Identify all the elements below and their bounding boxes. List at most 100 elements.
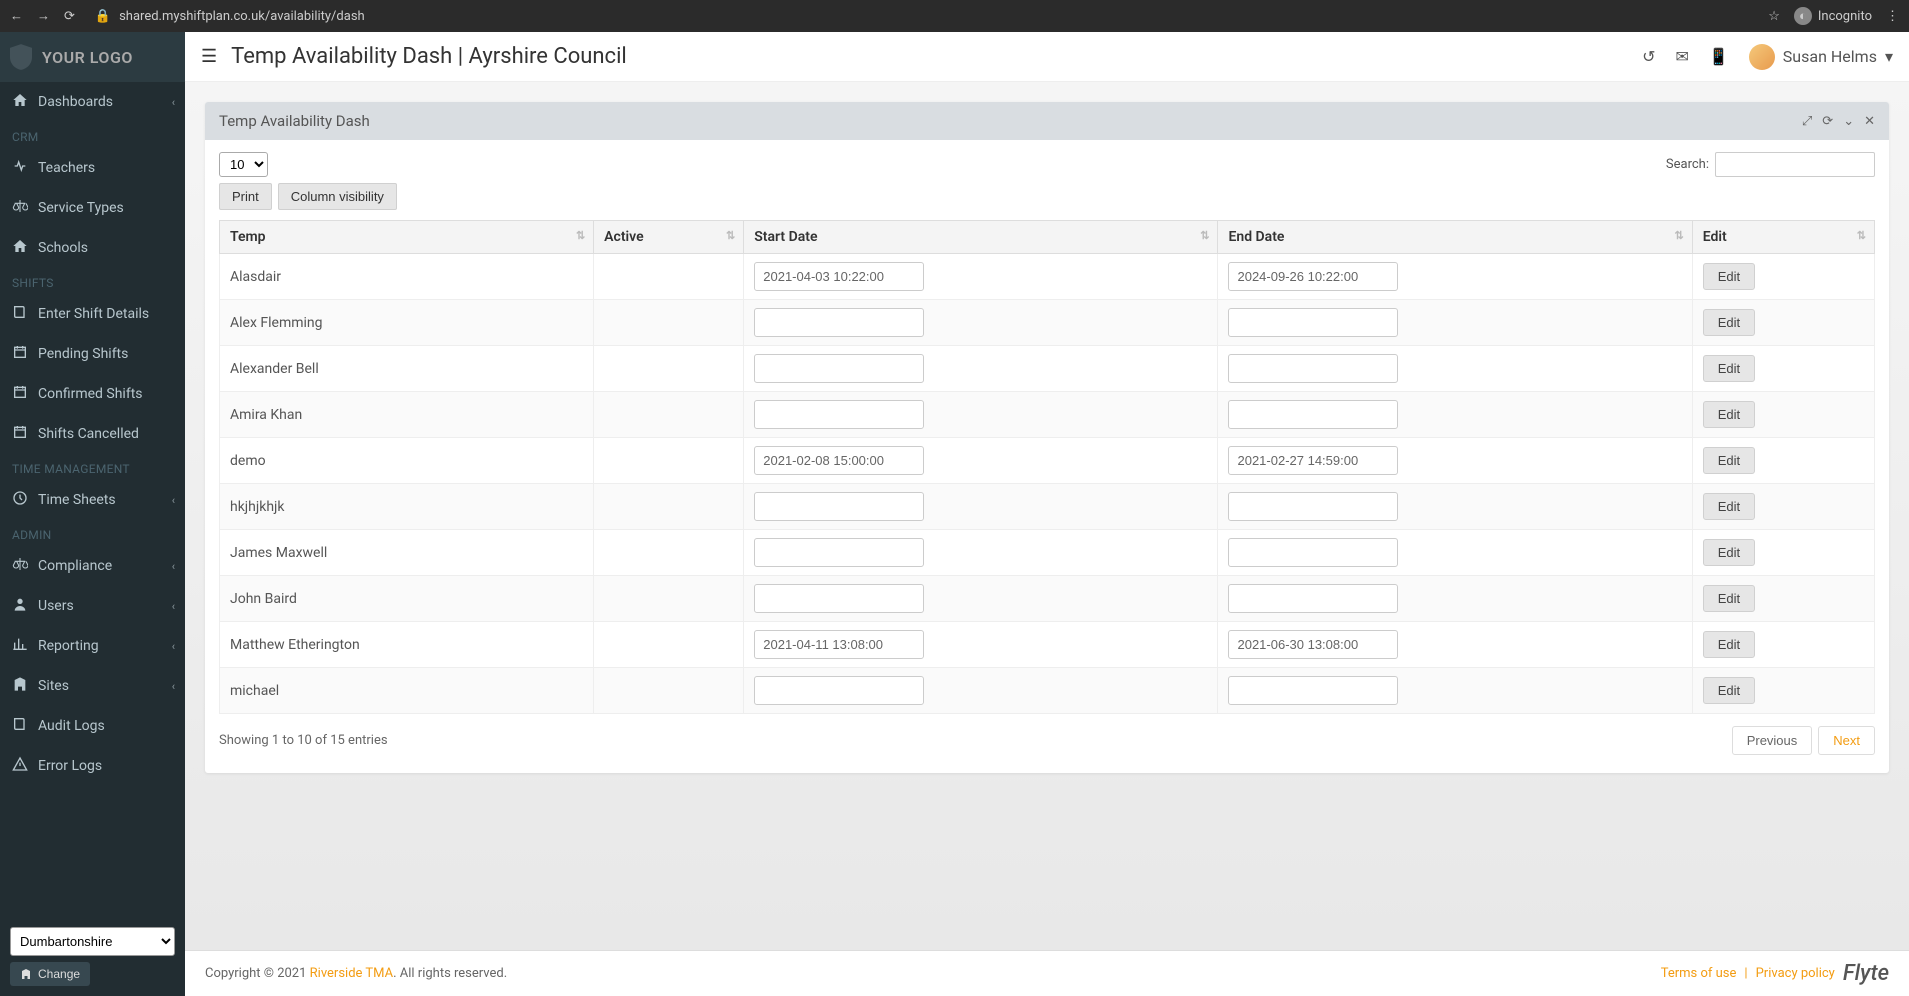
close-icon[interactable]: ✕ [1864, 114, 1875, 129]
hamburger-icon[interactable]: ☰ [201, 46, 217, 67]
sidebar-item-teachers[interactable]: Teachers [0, 148, 185, 188]
user-menu[interactable]: Susan Helms ▾ [1749, 44, 1893, 70]
end-date-input[interactable] [1228, 446, 1398, 475]
change-region-button[interactable]: Change [10, 962, 90, 986]
start-date-input[interactable] [754, 400, 924, 429]
sort-icon: ⇅ [576, 229, 585, 242]
mobile-icon[interactable]: 📱 [1709, 47, 1729, 66]
collapse-icon[interactable]: ⌄ [1843, 114, 1854, 129]
logo-text: YOUR LOGO [42, 48, 133, 67]
table-row: AlasdairEdit [220, 254, 1875, 300]
calendar-icon [12, 424, 28, 444]
sidebar-section: SHIFTS [0, 268, 185, 294]
sidebar-item-label: Enter Shift Details [38, 306, 149, 322]
top-navbar: ☰ Temp Availability Dash | Ayrshire Coun… [185, 32, 1909, 82]
edit-button[interactable]: Edit [1703, 447, 1755, 474]
end-date-input[interactable] [1228, 538, 1398, 567]
home-icon [12, 92, 28, 112]
sort-icon: ⇅ [1200, 229, 1209, 242]
sidebar-item-compliance[interactable]: Compliance‹ [0, 546, 185, 586]
table-row: michaelEdit [220, 668, 1875, 714]
sidebar-item-users[interactable]: Users‹ [0, 586, 185, 626]
browser-menu-icon[interactable]: ⋮ [1886, 9, 1899, 24]
column-header[interactable]: Active⇅ [594, 221, 744, 254]
column-visibility-button[interactable]: Column visibility [278, 183, 397, 210]
end-date-input[interactable] [1228, 676, 1398, 705]
column-header[interactable]: Edit⇅ [1692, 221, 1874, 254]
edit-button[interactable]: Edit [1703, 677, 1755, 704]
star-icon[interactable]: ☆ [1768, 9, 1780, 24]
sidebar-item-schools[interactable]: Schools [0, 228, 185, 268]
avatar [1749, 44, 1775, 70]
prev-button[interactable]: Previous [1732, 726, 1813, 755]
footer: Copyright © 2021 Riverside TMA. All righ… [185, 950, 1909, 996]
sidebar-item-service-types[interactable]: Service Types [0, 188, 185, 228]
history-icon[interactable]: ↺ [1642, 47, 1655, 66]
edit-button[interactable]: Edit [1703, 401, 1755, 428]
start-date-input[interactable] [754, 308, 924, 337]
sidebar-item-sites[interactable]: Sites‹ [0, 666, 185, 706]
start-date-input[interactable] [754, 446, 924, 475]
column-header[interactable]: Temp⇅ [220, 221, 594, 254]
sidebar-item-label: Audit Logs [38, 718, 105, 734]
end-date-input[interactable] [1228, 492, 1398, 521]
panel-title: Temp Availability Dash [219, 112, 1802, 130]
browser-reload-icon[interactable]: ⟳ [64, 9, 75, 24]
start-date-input[interactable] [754, 262, 924, 291]
sidebar-item-pending-shifts[interactable]: Pending Shifts [0, 334, 185, 374]
end-date-input[interactable] [1228, 584, 1398, 613]
end-date-input[interactable] [1228, 308, 1398, 337]
start-date-input[interactable] [754, 538, 924, 567]
building-icon [12, 676, 28, 696]
next-button[interactable]: Next [1818, 726, 1875, 755]
sidebar-item-audit-logs[interactable]: Audit Logs [0, 706, 185, 746]
sidebar-item-dashboards[interactable]: Dashboards‹ [0, 82, 185, 122]
end-date-input[interactable] [1228, 400, 1398, 429]
mail-icon[interactable]: ✉ [1675, 47, 1688, 66]
sidebar-item-label: Users [38, 598, 74, 614]
cell-temp: Alex Flemming [220, 300, 594, 346]
start-date-input[interactable] [754, 492, 924, 521]
edit-button[interactable]: Edit [1703, 493, 1755, 520]
cell-active [594, 576, 744, 622]
edit-button[interactable]: Edit [1703, 631, 1755, 658]
edit-button[interactable]: Edit [1703, 355, 1755, 382]
panel: Temp Availability Dash ⤢ ⟳ ⌄ ✕ 10 [205, 102, 1889, 773]
table-row: Alex Flemming Edit [220, 300, 1875, 346]
edit-button[interactable]: Edit [1703, 309, 1755, 336]
search-input[interactable] [1715, 152, 1875, 177]
company-link[interactable]: Riverside TMA [310, 966, 393, 981]
page-size-select[interactable]: 10 [219, 152, 268, 177]
end-date-input[interactable] [1228, 630, 1398, 659]
expand-icon[interactable]: ⤢ [1802, 114, 1812, 129]
browser-back-icon[interactable]: ← [10, 8, 23, 24]
end-date-input[interactable] [1228, 262, 1398, 291]
start-date-input[interactable] [754, 676, 924, 705]
column-header[interactable]: Start Date⇅ [744, 221, 1218, 254]
incognito-badge: ◐ Incognito [1794, 7, 1872, 25]
browser-chrome: ← → ⟳ 🔒 shared.myshiftplan.co.uk/availab… [0, 0, 1909, 32]
chevron-left-icon: ‹ [172, 560, 175, 573]
print-button[interactable]: Print [219, 183, 272, 210]
edit-button[interactable]: Edit [1703, 585, 1755, 612]
sidebar-item-time-sheets[interactable]: Time Sheets‹ [0, 480, 185, 520]
start-date-input[interactable] [754, 630, 924, 659]
edit-button[interactable]: Edit [1703, 539, 1755, 566]
edit-button[interactable]: Edit [1703, 263, 1755, 290]
sidebar-item-confirmed-shifts[interactable]: Confirmed Shifts [0, 374, 185, 414]
refresh-icon[interactable]: ⟳ [1822, 114, 1833, 129]
sidebar-item-error-logs[interactable]: Error Logs [0, 746, 185, 786]
terms-link[interactable]: Terms of use [1661, 966, 1737, 981]
browser-forward-icon[interactable]: → [37, 8, 50, 24]
end-date-input[interactable] [1228, 354, 1398, 383]
column-header[interactable]: End Date⇅ [1218, 221, 1692, 254]
start-date-input[interactable] [754, 354, 924, 383]
sidebar-item-reporting[interactable]: Reporting‹ [0, 626, 185, 666]
page-title: Temp Availability Dash | Ayrshire Counci… [231, 44, 627, 69]
region-select[interactable]: Dumbartonshire [10, 927, 175, 956]
sidebar-item-enter-shift-details[interactable]: Enter Shift Details [0, 294, 185, 334]
privacy-link[interactable]: Privacy policy [1756, 966, 1835, 981]
sidebar-section: TIME MANAGEMENT [0, 454, 185, 480]
sidebar-item-shifts-cancelled[interactable]: Shifts Cancelled [0, 414, 185, 454]
start-date-input[interactable] [754, 584, 924, 613]
